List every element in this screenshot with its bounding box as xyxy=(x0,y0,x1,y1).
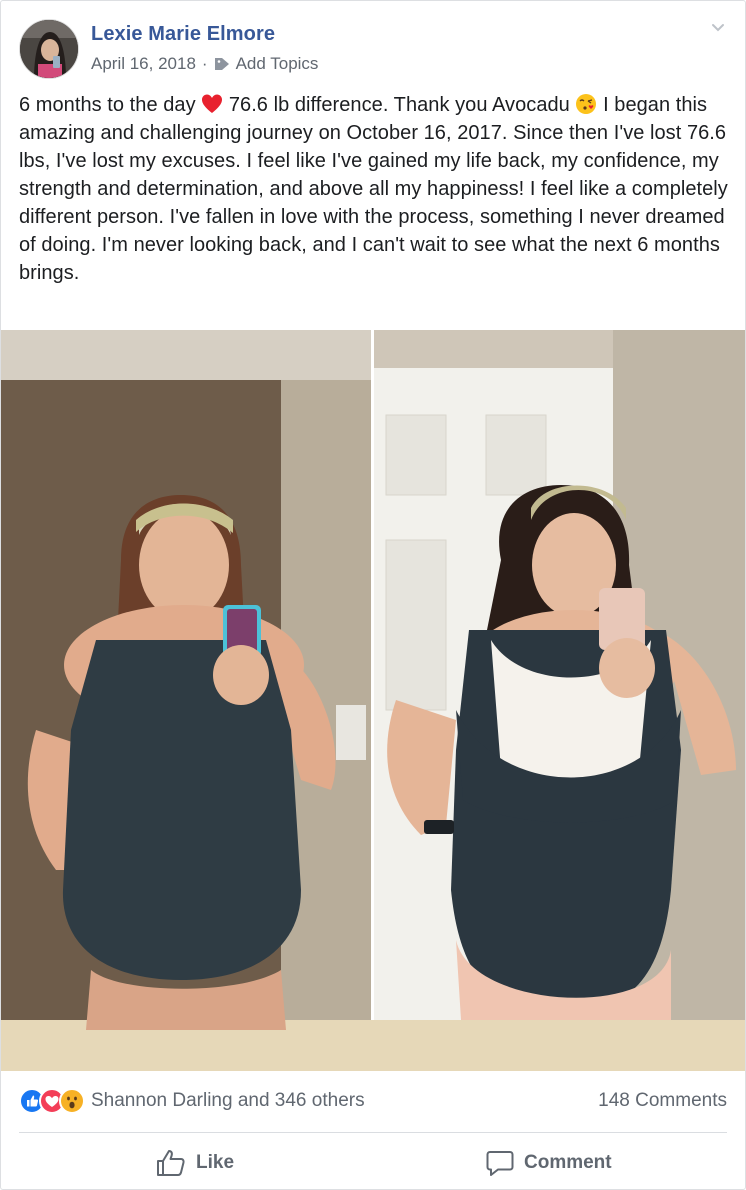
add-topics-link[interactable]: Add Topics xyxy=(236,54,319,74)
post-header: Lexie Marie Elmore April 16, 2018 · Add … xyxy=(17,17,729,81)
post-text: 6 months to the day 76.6 lb difference. … xyxy=(19,91,731,287)
chevron-down-icon[interactable] xyxy=(709,19,727,37)
post-text-part-3: I began this amazing and challenging jou… xyxy=(19,94,728,284)
red-heart-emoji xyxy=(202,94,223,113)
reactions-summary[interactable]: Shannon Darling and 346 others xyxy=(19,1087,365,1115)
comments-count-link[interactable]: 148 Comments xyxy=(598,1090,727,1112)
post-date[interactable]: April 16, 2018 xyxy=(91,54,196,74)
comment-button[interactable]: Comment xyxy=(486,1147,612,1179)
like-button-label: Like xyxy=(196,1152,235,1173)
post-card: Lexie Marie Elmore April 16, 2018 · Add … xyxy=(0,0,746,1190)
post-text-part-2: 76.6 lb difference. Thank you Avocadu xyxy=(228,94,570,116)
thumbs-up-icon xyxy=(157,1150,185,1176)
author-avatar[interactable] xyxy=(19,19,79,79)
speech-bubble-icon xyxy=(486,1151,514,1176)
actions-divider xyxy=(19,1132,727,1133)
post-text-part-1: 6 months to the day xyxy=(19,94,196,116)
wow-reaction-icon xyxy=(59,1088,85,1114)
tag-icon xyxy=(214,58,229,70)
post-meta: April 16, 2018 · Add Topics xyxy=(91,54,318,74)
comment-button-label: Comment xyxy=(524,1152,612,1173)
like-button[interactable]: Like xyxy=(156,1147,234,1179)
author-name-link[interactable]: Lexie Marie Elmore xyxy=(91,23,275,46)
face-blowing-kiss-emoji xyxy=(576,94,597,114)
post-photo[interactable] xyxy=(1,330,745,1071)
meta-separator: · xyxy=(201,54,208,73)
reaction-names[interactable]: Shannon Darling and 346 others xyxy=(91,1090,365,1112)
